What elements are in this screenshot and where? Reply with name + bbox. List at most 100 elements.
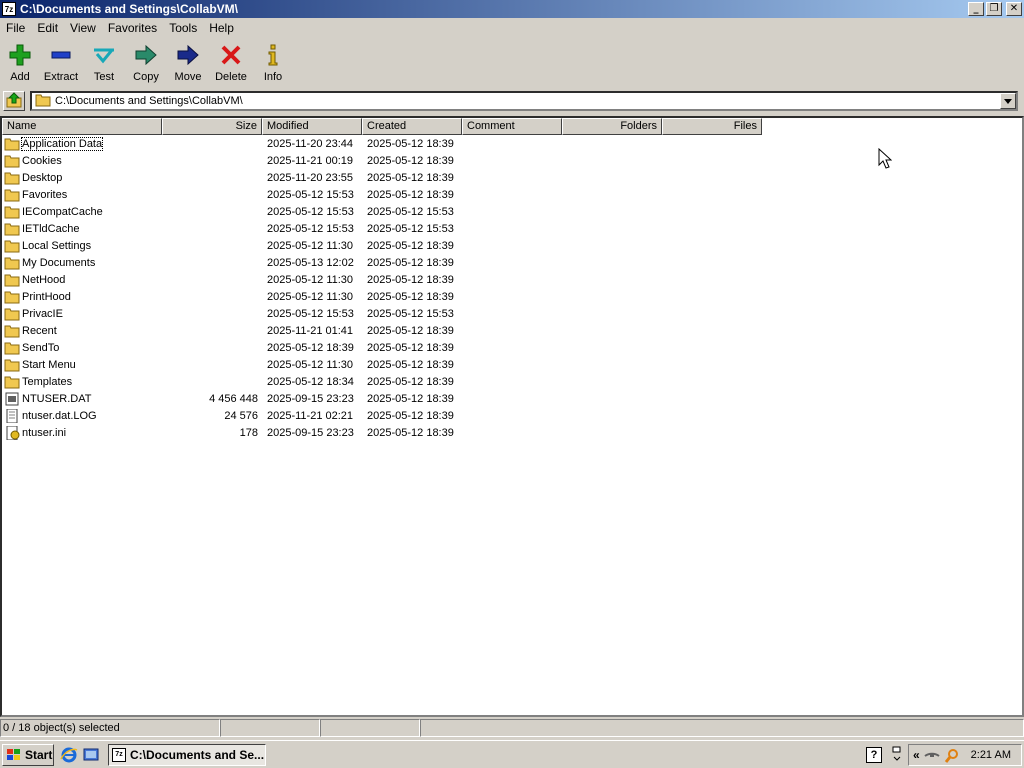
file-created: 2025-05-12 18:39 (367, 341, 454, 354)
file-name-cell: ntuser.dat.LOG (2, 408, 162, 423)
file-modified: 2025-11-21 02:21 (267, 409, 354, 422)
show-desktop-icon[interactable] (82, 746, 100, 764)
info-icon (261, 43, 285, 67)
file-row[interactable]: IECompatCache 2025-05-12 15:53 2025-05-12 … (2, 203, 1022, 220)
file-name-cell: Local Settings (2, 239, 162, 253)
file-name-cell: PrivacIE (2, 307, 162, 321)
file-row[interactable]: Local Settings 2025-05-12 11:30 2025-05-12… (2, 237, 1022, 254)
file-name-cell: NTUSER.DAT (2, 392, 162, 406)
column-header-created[interactable]: Created (362, 118, 462, 135)
column-header-size[interactable]: Size (162, 118, 262, 135)
column-header-folders[interactable]: Folders (562, 118, 662, 135)
file-created: 2025-05-12 18:39 (367, 256, 454, 269)
test-button[interactable]: Test (86, 38, 122, 84)
file-created: 2025-05-12 18:39 (367, 392, 454, 405)
file-created: 2025-05-12 18:39 (367, 290, 454, 303)
taskbar-7zip-button[interactable]: 7z C:\Documents and Se... (108, 743, 266, 766)
7zip-app-icon[interactable]: 7z (2, 2, 16, 16)
file-row[interactable]: PrintHood 2025-05-12 11:30 2025-05-12 18:3… (2, 288, 1022, 305)
file-row[interactable]: Start Menu 2025-05-12 11:30 2025-05-12 18:… (2, 356, 1022, 373)
extract-button[interactable]: Extract (36, 38, 86, 84)
file-row[interactable]: Favorites 2025-05-12 15:53 2025-05-12 18:3… (2, 186, 1022, 203)
file-name: NTUSER.DAT (22, 392, 92, 405)
file-size: 24 576 (224, 409, 258, 422)
file-modified: 2025-05-12 11:30 (267, 239, 354, 252)
file-size: 4 456 448 (209, 392, 258, 405)
file-modified: 2025-11-21 00:19 (267, 154, 354, 167)
delete-button[interactable]: Delete (206, 38, 256, 84)
tray-expand-icon[interactable]: « (913, 748, 920, 762)
file-row[interactable]: IETldCache 2025-05-12 15:53 2025-05-12 15:… (2, 220, 1022, 237)
file-row[interactable]: Cookies 2025-11-21 00:19 2025-05-12 18:39 (2, 152, 1022, 169)
language-bar-icon[interactable] (891, 745, 905, 763)
search-icon[interactable] (944, 748, 960, 763)
file-created: 2025-05-12 18:39 (367, 426, 454, 439)
address-bar: C:\Documents and Settings\CollabVM\ (0, 88, 1024, 114)
file-row[interactable]: My Documents 2025-05-13 12:02 2025-05-12 1… (2, 254, 1022, 271)
menu-favorites[interactable]: Favorites (102, 21, 163, 35)
move-icon (176, 43, 200, 67)
title-bar[interactable]: 7z C:\Documents and Settings\CollabVM\ _… (0, 0, 1024, 18)
address-dropdown-button[interactable] (1000, 93, 1016, 109)
column-header-name[interactable]: Name (2, 118, 162, 135)
test-icon (92, 43, 116, 67)
file-modified: 2025-05-12 15:53 (267, 205, 354, 218)
menu-edit[interactable]: Edit (31, 21, 64, 35)
file-row[interactable]: Templates 2025-05-12 18:34 2025-05-12 18:3… (2, 373, 1022, 390)
menu-file[interactable]: File (0, 21, 31, 35)
extract-label: Extract (43, 71, 79, 83)
file-created: 2025-05-12 18:39 (367, 375, 454, 388)
menu-view[interactable]: View (64, 21, 102, 35)
folder-icon (4, 222, 20, 236)
extract-icon (49, 43, 73, 67)
info-button[interactable]: Info (256, 38, 290, 84)
file-row[interactable]: Application Data 2025-11-20 23:44 2025-05-… (2, 135, 1022, 152)
close-button[interactable]: ✕ (1006, 2, 1022, 16)
menu-help[interactable]: Help (203, 21, 240, 35)
folder-icon (4, 205, 20, 219)
file-icon (4, 408, 20, 423)
file-row[interactable]: Recent 2025-11-21 01:41 2025-05-12 18:39 (2, 322, 1022, 339)
column-header-modified[interactable]: Modified (262, 118, 362, 135)
file-size: 178 (239, 426, 258, 439)
clock[interactable]: 2:21 AM (971, 749, 1011, 761)
address-field[interactable]: C:\Documents and Settings\CollabVM\ (30, 91, 1018, 111)
menu-tools[interactable]: Tools (163, 21, 203, 35)
file-row[interactable]: SendTo 2025-05-12 18:39 2025-05-12 18:39 (2, 339, 1022, 356)
file-modified: 2025-05-13 12:02 (267, 256, 354, 269)
up-folder-button[interactable] (3, 91, 25, 111)
file-name: Cookies (22, 154, 62, 167)
copy-icon (134, 43, 158, 67)
start-button[interactable]: Start (2, 743, 54, 766)
file-name-cell: My Documents (2, 256, 162, 270)
file-icon (4, 425, 20, 440)
copy-button[interactable]: Copy (122, 38, 170, 84)
copy-label: Copy (133, 71, 159, 83)
file-modified: 2025-05-12 11:30 (267, 290, 354, 303)
file-list[interactable]: Name Size Modified Created Comment Folde… (0, 116, 1024, 717)
add-button[interactable]: Add (4, 38, 36, 84)
column-header-files[interactable]: Files (662, 118, 762, 135)
file-row[interactable]: Desktop 2025-11-20 23:55 2025-05-12 18:39 (2, 169, 1022, 186)
file-created: 2025-05-12 15:53 (367, 222, 454, 235)
file-row[interactable]: NTUSER.DAT 4 456 448 2025-09-15 23:23 2025-… (2, 390, 1022, 407)
column-header-comment[interactable]: Comment (462, 118, 562, 135)
file-row[interactable]: PrivacIE 2025-05-12 15:53 2025-05-12 15:53 (2, 305, 1022, 322)
folder-icon (4, 358, 20, 372)
file-modified: 2025-05-12 11:30 (267, 358, 354, 371)
file-row[interactable]: NetHood 2025-05-12 11:30 2025-05-12 18:39 (2, 271, 1022, 288)
file-row[interactable]: ntuser.ini 178 2025-09-15 23:23 2025-05-12 … (2, 424, 1022, 441)
help-icon[interactable]: ? (866, 747, 882, 763)
file-created: 2025-05-12 18:39 (367, 239, 454, 252)
move-button[interactable]: Move (170, 38, 206, 84)
internet-explorer-icon[interactable] (60, 746, 78, 764)
file-name: Application Data (20, 136, 104, 151)
file-row[interactable]: ntuser.dat.LOG 24 576 2025-11-21 02:21 2025… (2, 407, 1022, 424)
network-icon[interactable] (924, 748, 940, 762)
minimize-button[interactable]: _ (968, 2, 984, 16)
info-label: Info (263, 71, 283, 83)
restore-button[interactable]: ❐ (986, 2, 1002, 16)
file-name-cell: NetHood (2, 273, 162, 287)
file-name-cell: SendTo (2, 341, 162, 355)
folder-icon (4, 324, 20, 338)
